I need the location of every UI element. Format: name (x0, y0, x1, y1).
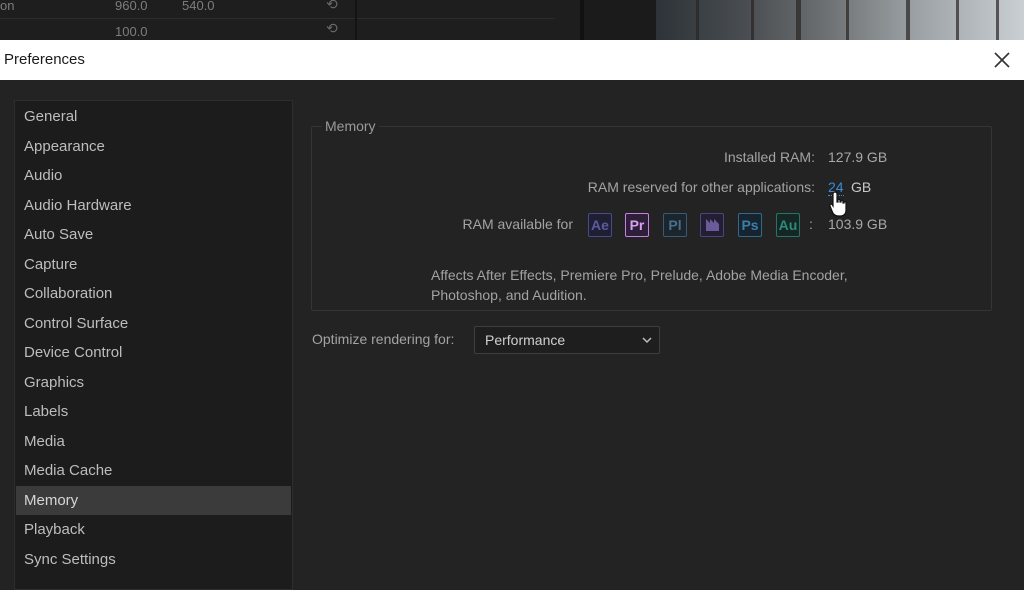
optimize-rendering-label: Optimize rendering for: (312, 331, 455, 347)
memory-description: Affects After Effects, Premiere Pro, Pre… (431, 267, 848, 303)
background-row-value: 100.0 (115, 24, 148, 39)
sidebar-item-device-control[interactable]: Device Control (16, 338, 291, 368)
sidebar-item-graphics[interactable]: Graphics (16, 368, 291, 398)
media-encoder-glyph (705, 219, 719, 231)
preferences-dialog: General Appearance Audio Audio Hardware … (0, 80, 1024, 590)
sidebar-item-auto-save[interactable]: Auto Save (16, 220, 291, 250)
audition-icon: Au (776, 213, 800, 237)
sidebar-item-general[interactable]: General (16, 102, 291, 132)
background-row-value: 540.0 (182, 0, 215, 13)
prelude-icon: Pl (663, 213, 687, 237)
dialog-title-bar: Preferences (0, 40, 1024, 81)
ram-reserved-unit: GB (851, 179, 872, 195)
reset-icon: ⟲ (326, 20, 338, 36)
sidebar-item-audio[interactable]: Audio (16, 161, 291, 191)
sidebar-item-media-cache[interactable]: Media Cache (16, 456, 291, 486)
sidebar-item-media[interactable]: Media (16, 427, 291, 457)
ram-available-colon: : (809, 216, 813, 232)
sidebar-item-audio-hardware[interactable]: Audio Hardware (16, 191, 291, 221)
memory-group-label: Memory (322, 118, 379, 134)
sidebar-item-capture[interactable]: Capture (16, 250, 291, 280)
chevron-down-icon (642, 337, 652, 344)
close-icon (994, 52, 1010, 68)
ram-available-label: RAM available for (462, 216, 574, 232)
background-divider (580, 0, 584, 40)
close-button[interactable] (990, 48, 1014, 72)
photoshop-icon: Ps (738, 213, 762, 237)
after-effects-icon: Ae (588, 213, 612, 237)
optimize-rendering-value: Performance (485, 332, 566, 348)
sidebar-item-playback[interactable]: Playback (16, 515, 291, 545)
reset-icon: ⟲ (326, 0, 338, 12)
hand-cursor-icon (829, 191, 847, 217)
optimize-rendering-select[interactable]: Performance (474, 326, 660, 354)
installed-ram-value: 127.9 GB (828, 149, 888, 165)
background-row-label: on (0, 0, 15, 13)
sidebar-item-labels[interactable]: Labels (16, 397, 291, 427)
premiere-pro-icon: Pr (625, 213, 649, 237)
background-row-divider (0, 18, 555, 19)
background-program-monitor (656, 0, 1024, 40)
background-row-value: 960.0 (115, 0, 148, 13)
background-divider (355, 0, 357, 40)
installed-ram-label: Installed RAM: (723, 149, 815, 165)
ram-available-value: 103.9 GB (828, 216, 888, 232)
media-encoder-icon (700, 213, 724, 237)
background-row: on 960.0 540.0 ⟲ (0, 0, 555, 18)
sidebar-item-memory[interactable]: Memory (16, 485, 291, 515)
sidebar-item-appearance[interactable]: Appearance (16, 132, 291, 162)
sidebar-item-collaboration[interactable]: Collaboration (16, 279, 291, 309)
dialog-title: Preferences (4, 51, 85, 68)
preferences-sidebar: General Appearance Audio Audio Hardware … (14, 100, 293, 590)
sidebar-item-sync-settings[interactable]: Sync Settings (16, 545, 291, 575)
ram-reserved-label: RAM reserved for other applications: (587, 179, 815, 195)
sidebar-item-control-surface[interactable]: Control Surface (16, 309, 291, 339)
